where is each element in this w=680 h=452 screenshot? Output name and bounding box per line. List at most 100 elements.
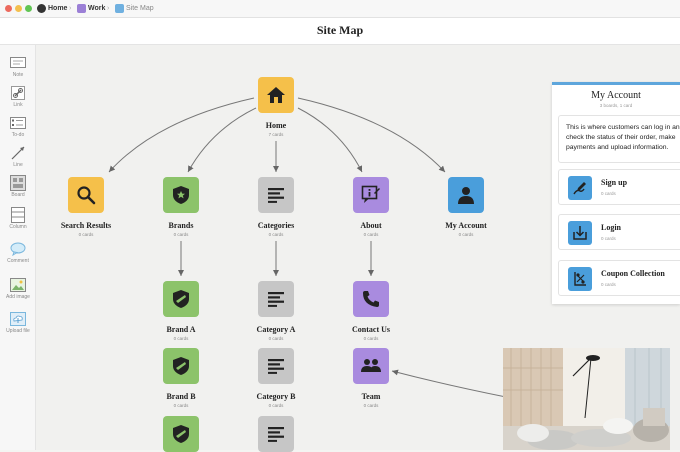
node-my-account[interactable]: My Account 0 cards [418,177,514,237]
node-card-count: 0 cards [458,232,474,237]
tool-upload-file[interactable]: Upload file [2,311,34,334]
tool-label: Link [13,102,23,108]
breadcrumb-separator-icon: › [69,5,72,12]
node-card-count: 0 cards [363,336,379,341]
card-title: Coupon Collection [601,269,665,278]
tool-link[interactable]: Link [2,85,34,108]
description-line: payments and upload information. [566,144,669,151]
card-coupon-collection[interactable]: Coupon Collection 0 cards [558,260,680,296]
tool-board[interactable]: Board [2,174,34,198]
panel-subtitle: 3 boards, 1 card [599,103,633,108]
breadcrumb-home[interactable]: Home [48,3,67,15]
tool-label: Column [9,224,27,230]
phone-icon [353,281,389,317]
search-icon [68,177,104,213]
node-title: Team [361,392,381,401]
interior-photo[interactable] [503,348,670,450]
node-title: About [360,221,382,230]
node-title: My Account [445,221,487,230]
board-icon [10,174,26,191]
node-title: Brand A [166,325,196,334]
node-home[interactable]: Home 7 cards [228,77,324,137]
tool-column[interactable]: Column [2,206,34,230]
node-title: Brands [168,221,194,230]
tool-label: Note [12,72,24,78]
node-category-b[interactable]: Category B 0 cards [228,348,324,408]
node-categories[interactable]: Categories 0 cards [228,177,324,237]
list-icon [258,348,294,384]
list-icon [258,416,294,452]
shield-icon [163,416,199,452]
upload-icon [10,311,26,326]
login-icon [568,221,592,245]
node-brand-a[interactable]: Brand A 0 cards [133,281,229,341]
description-line: check the status of their order, make [566,134,676,141]
list-icon [258,177,294,213]
tool-todo[interactable]: To-do [2,115,34,138]
node-brands[interactable]: Brands 0 cards [133,177,229,237]
info-icon [353,177,389,213]
board-header: Site Map [0,18,680,45]
card-count: 0 cards [601,282,616,287]
panel-title: My Account [591,90,641,101]
column-icon [10,206,26,223]
zoom-window-button[interactable] [25,5,32,12]
tool-note[interactable]: Note [2,55,34,78]
shield-icon [163,281,199,317]
node-search-results[interactable]: Search Results 0 cards [38,177,134,237]
page-title: Site Map [316,23,364,37]
node-title: Home [265,121,287,130]
my-account-board-panel[interactable]: My Account 3 boards, 1 card This is wher… [552,82,680,304]
work-board-icon [77,4,86,13]
tool-add-image[interactable]: Add image [2,277,34,300]
app-logo-icon [37,4,46,13]
node-title: Category A [256,325,296,334]
note-icon [10,55,26,70]
card-login[interactable]: Login 0 cards [558,214,680,250]
node-brand-c[interactable] [133,416,229,452]
node-category-c[interactable] [228,416,324,452]
people-icon [353,348,389,384]
card-count: 0 cards [601,191,616,196]
breadcrumb-separator-icon: › [107,5,110,12]
tool-label: To-do [11,132,25,138]
card-sign-up[interactable]: Sign up 0 cards [558,169,680,205]
node-title: Category B [256,392,296,401]
tool-line[interactable]: Line [2,145,34,168]
node-card-count: 7 cards [268,132,284,137]
node-about[interactable]: About 0 cards [323,177,419,237]
node-category-a[interactable]: Category A 0 cards [228,281,324,341]
tool-label: Board [11,192,25,198]
node-title: Search Results [60,221,112,230]
tool-label: Comment [7,258,29,264]
breadcrumb-site-map[interactable]: Site Map [126,3,154,15]
minimize-window-button[interactable] [15,5,22,12]
node-brand-b[interactable]: Brand B 0 cards [133,348,229,408]
tool-label: Add image [6,294,30,300]
link-icon [10,85,26,100]
node-card-count: 0 cards [363,403,379,408]
tool-label: Upload file [6,328,30,334]
breadcrumb-work[interactable]: Work [88,3,105,15]
tool-comment[interactable]: Comment [2,241,34,264]
close-window-button[interactable] [5,5,12,12]
card-title: Sign up [601,178,628,187]
node-team[interactable]: Team 0 cards [323,348,419,408]
description-note[interactable]: This is where customers can log in an ch… [558,115,680,163]
signup-icon [568,176,592,200]
tool-label: Line [13,162,23,168]
comment-icon [10,241,26,256]
list-icon [258,281,294,317]
node-title: Categories [257,221,295,230]
node-card-count: 0 cards [268,232,284,237]
node-title: Contact Us [352,325,390,334]
sitemap-board-icon [115,4,124,13]
card-title: Login [601,223,622,232]
node-card-count: 0 cards [268,336,284,341]
card-count: 0 cards [601,236,616,241]
description-line: This is where customers can log in an [566,124,680,131]
node-card-count: 0 cards [173,336,189,341]
image-icon [10,277,26,292]
node-card-count: 0 cards [363,232,379,237]
node-contact-us[interactable]: Contact Us 0 cards [323,281,419,341]
